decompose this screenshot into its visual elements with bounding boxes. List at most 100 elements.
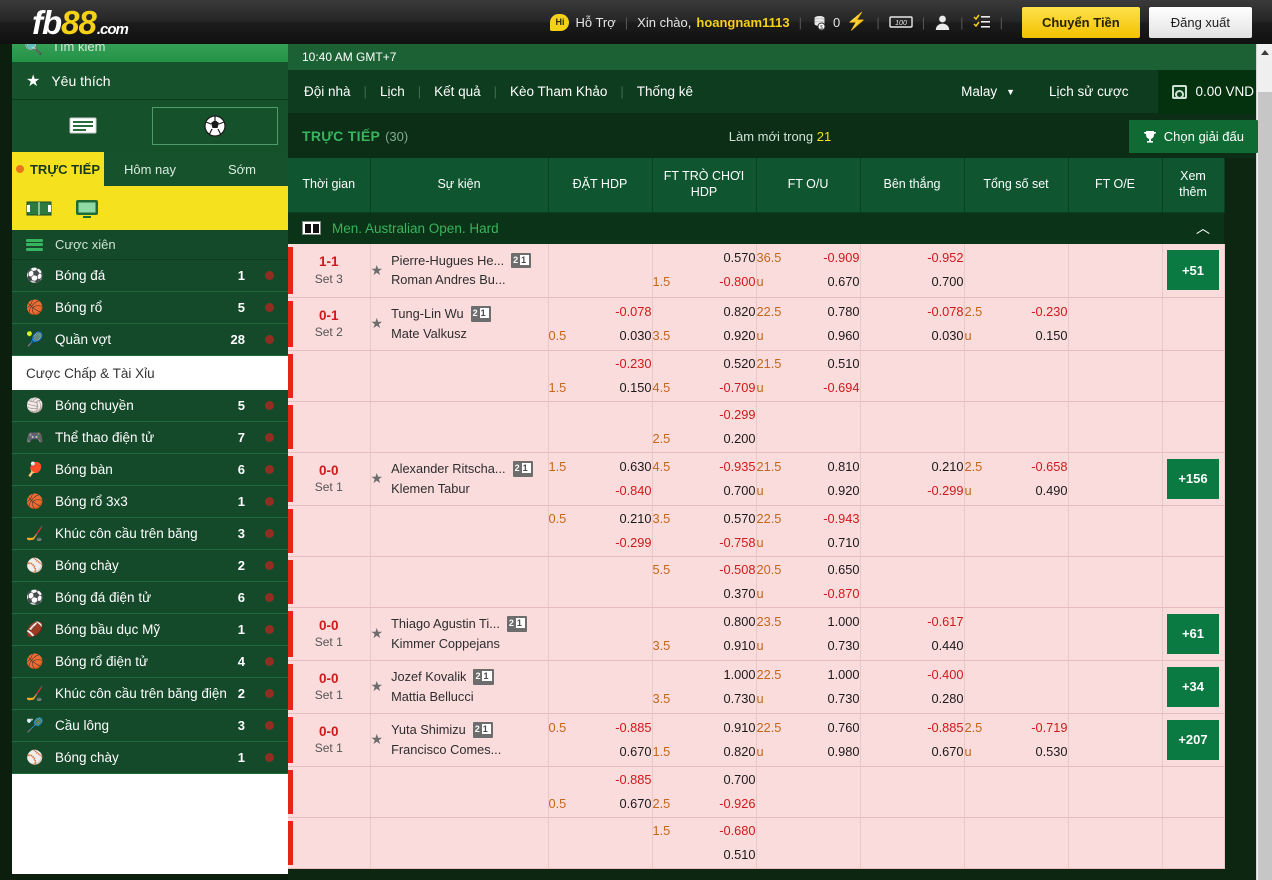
odds-cell-hdp[interactable]	[548, 817, 653, 869]
odds-line[interactable]	[757, 819, 860, 843]
odds-line[interactable]: -0.617	[861, 610, 963, 634]
nav-statistics[interactable]: Thống kê	[637, 84, 693, 99]
odds-line[interactable]	[1069, 324, 1162, 348]
odds-cell-sets[interactable]	[964, 401, 1069, 453]
odds-line[interactable]	[549, 663, 652, 687]
ticket-icon[interactable]	[20, 107, 146, 145]
odds-value[interactable]: 0.710	[827, 531, 859, 555]
odds-value[interactable]: -0.299	[927, 479, 963, 503]
odds-cell-sets[interactable]	[964, 660, 1069, 714]
odds-cell-hdp[interactable]: -0.885 0.5 0.670	[548, 766, 653, 818]
odds-line[interactable]: 1.5 -0.800	[653, 270, 756, 294]
odds-value[interactable]: 1.000	[723, 663, 755, 687]
site-logo[interactable]: fb 88 .com	[32, 6, 129, 39]
favourite-star-icon[interactable]: ★	[371, 731, 384, 748]
odds-line[interactable]	[861, 558, 964, 582]
odds-cell-ou[interactable]	[756, 766, 861, 818]
odds-value[interactable]: 0.670	[619, 740, 651, 764]
odds-line[interactable]	[1069, 687, 1162, 711]
odds-line[interactable]	[549, 634, 652, 658]
odds-value[interactable]: -0.758	[719, 531, 755, 555]
odds-cell-sets[interactable]	[964, 766, 1069, 818]
odds-cell-ftg[interactable]: 0.570 1.5 -0.800	[652, 244, 757, 298]
odds-cell-sets[interactable]: 2.5 -0.230 u 0.150	[964, 297, 1069, 351]
odds-line[interactable]: u 0.980	[757, 740, 860, 764]
sidebar-item-sport[interactable]: 🏈 Bóng bầu dục Mỹ 1	[12, 614, 288, 646]
odds-cell-ou[interactable]: 22.5 -0.943 u 0.710	[756, 505, 861, 557]
odds-line[interactable]	[965, 376, 1068, 400]
odds-cell-oe[interactable]	[1068, 452, 1163, 506]
odds-line[interactable]: 2.5 -0.230	[965, 300, 1068, 324]
sidebar-item-favourites[interactable]: ★ Yêu thích	[12, 62, 288, 100]
odds-cell-ou[interactable]	[756, 817, 861, 869]
odds-cell-win[interactable]: 0.210 -0.299	[860, 452, 965, 506]
odds-line[interactable]: u -0.870	[757, 582, 860, 606]
page-scrollbar[interactable]	[1256, 44, 1272, 880]
nav-home[interactable]: Đội nhà	[304, 84, 351, 99]
odds-line[interactable]: 1.5 0.630	[549, 455, 652, 479]
sidebar-item-sport[interactable]: 🏒 Khúc côn cầu trên băng 3	[12, 518, 288, 550]
odds-line[interactable]: 3.5 0.730	[653, 687, 756, 711]
odds-line[interactable]: 0.280	[861, 687, 963, 711]
odds-line[interactable]	[1069, 507, 1162, 531]
odds-value[interactable]: 0.700	[723, 768, 755, 792]
odds-line[interactable]: 0.520	[653, 352, 755, 376]
odds-value[interactable]: -0.078	[615, 300, 651, 324]
odds-value[interactable]: 0.650	[827, 558, 859, 582]
odds-value[interactable]: 0.210	[619, 507, 651, 531]
odds-cell-hdp[interactable]: 1.5 0.630 -0.840	[548, 452, 653, 506]
more-markets-button[interactable]: +61	[1167, 613, 1219, 654]
odds-line[interactable]: u 0.730	[757, 634, 860, 658]
scroll-up-icon[interactable]	[1257, 44, 1272, 61]
search-bar[interactable]: 🔍 Tìm kiếm	[12, 44, 288, 62]
user-icon[interactable]	[934, 14, 951, 31]
odds-line[interactable]	[1069, 479, 1162, 503]
odds-line[interactable]	[1069, 740, 1162, 764]
odds-value[interactable]: 0.780	[827, 300, 859, 324]
lightning-icon[interactable]: ⚡	[846, 12, 867, 32]
odds-value[interactable]: 0.530	[1035, 740, 1067, 764]
odds-line[interactable]: u 0.670	[757, 270, 860, 294]
tab-today[interactable]: Hôm nay	[104, 152, 196, 186]
odds-value[interactable]: -0.885	[927, 716, 963, 740]
odds-line[interactable]	[1069, 300, 1162, 324]
odds-cell-oe[interactable]	[1068, 244, 1163, 298]
odds-value[interactable]: -0.885	[615, 716, 651, 740]
odds-value[interactable]: -0.709	[719, 376, 755, 400]
odds-value[interactable]: 0.670	[931, 740, 963, 764]
odds-cell-ou[interactable]: 23.5 1.000 u 0.730	[756, 607, 861, 661]
search-input[interactable]: Tìm kiếm	[52, 44, 105, 54]
odds-cell-win[interactable]	[860, 766, 965, 818]
odds-value[interactable]: -0.885	[615, 768, 651, 792]
odds-line[interactable]	[965, 427, 1068, 451]
odds-value[interactable]: -0.617	[927, 610, 963, 634]
tab-early[interactable]: Sớm	[196, 152, 288, 186]
odds-cell-sets[interactable]	[964, 244, 1069, 298]
odds-value[interactable]: 0.520	[723, 352, 755, 376]
odds-value[interactable]: 0.920	[827, 479, 859, 503]
live-stream-badge[interactable]: 21	[512, 460, 533, 477]
odds-value[interactable]: -0.719	[1031, 716, 1067, 740]
odds-line[interactable]: u 0.730	[757, 687, 860, 711]
odds-value[interactable]: 0.370	[723, 582, 755, 606]
odds-line[interactable]	[861, 792, 964, 816]
sidebar-item-sport[interactable]: ⚾ Bóng chày 2	[12, 550, 288, 582]
odds-line[interactable]	[549, 687, 652, 711]
odds-value[interactable]: 0.150	[1035, 324, 1067, 348]
odds-line[interactable]: 20.5 0.650	[757, 558, 860, 582]
odds-line[interactable]	[757, 403, 860, 427]
odds-cell-ou[interactable]: 20.5 0.650 u -0.870	[756, 556, 861, 608]
odds-line[interactable]: 0.700	[653, 768, 755, 792]
odds-value[interactable]: 0.820	[723, 740, 755, 764]
odds-cell-oe[interactable]	[1068, 766, 1163, 818]
odds-value[interactable]: 0.210	[931, 455, 963, 479]
odds-line[interactable]	[1069, 246, 1162, 270]
odds-line[interactable]: -0.885	[861, 716, 963, 740]
more-markets-button[interactable]: +207	[1167, 719, 1219, 760]
sidebar-submenu-handicap[interactable]: Cược Chấp & Tài Xỉu	[12, 356, 288, 390]
odds-line[interactable]: 5.5 -0.508	[653, 558, 756, 582]
odds-value[interactable]: -0.952	[927, 246, 963, 270]
odds-cell-ftg[interactable]: 0.910 1.5 0.820	[652, 713, 757, 767]
sidebar-item-sport[interactable]: 🏀 Bóng rổ điện tử 4	[12, 646, 288, 678]
odds-cell-sets[interactable]	[964, 817, 1069, 869]
